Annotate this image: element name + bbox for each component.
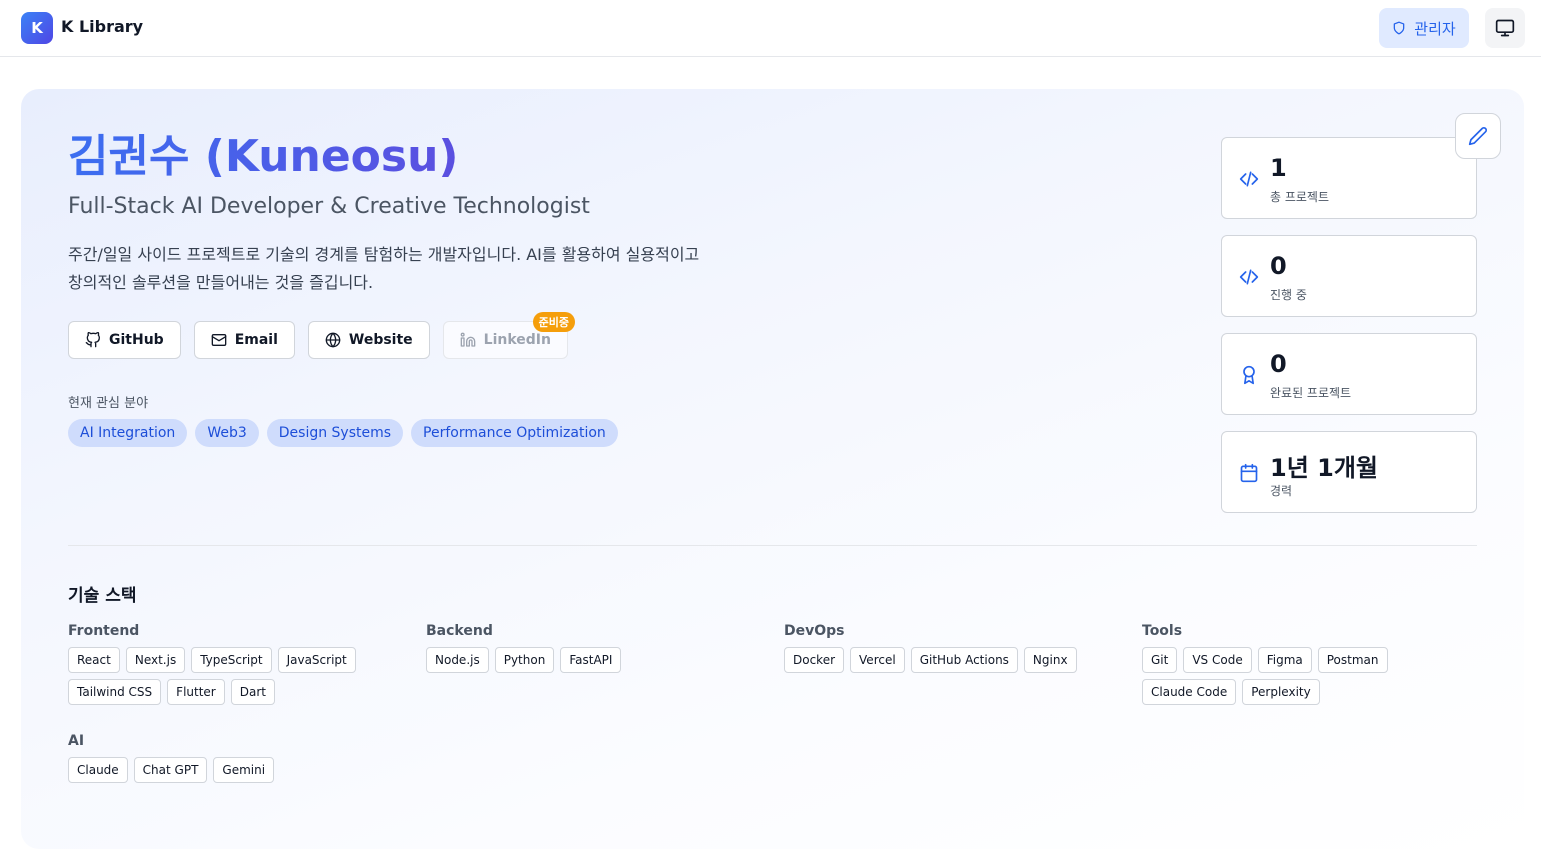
profile-subtitle: Full-Stack AI Developer & Creative Techn… bbox=[68, 194, 590, 219]
admin-button-label: 관리자 bbox=[1414, 19, 1456, 38]
tech-tag: GitHub Actions bbox=[910, 647, 1018, 673]
email-link-label: Email bbox=[234, 332, 278, 348]
coming-soon-badge: 준비중 bbox=[532, 312, 575, 332]
admin-button[interactable]: 관리자 bbox=[1379, 8, 1469, 48]
edit-profile-button[interactable] bbox=[1455, 113, 1501, 159]
tech-tag-list: Node.js Python FastAPI bbox=[426, 647, 756, 673]
tech-category-frontend: Frontend React Next.js TypeScript JavaSc… bbox=[68, 623, 398, 705]
tech-tag: Node.js bbox=[426, 647, 489, 673]
description-line: 창의적인 솔루션을 만들어내는 것을 즐깁니다. bbox=[68, 273, 374, 292]
tech-category-name: AI bbox=[68, 733, 85, 749]
tech-tag: Flutter bbox=[167, 679, 225, 705]
tech-category-ai: AI Claude Chat GPT Gemini bbox=[68, 733, 398, 783]
tech-tag: Vercel bbox=[850, 647, 905, 673]
stat-completed-projects: 0 완료된 프로젝트 bbox=[1221, 333, 1477, 415]
stat-total-projects: 1 총 프로젝트 bbox=[1221, 137, 1477, 219]
tech-category-name: Backend bbox=[426, 623, 493, 639]
tech-stack-title: 기술 스택 bbox=[68, 586, 137, 606]
profile-hero-card: 김권수 (Kuneosu) Full-Stack AI Developer & … bbox=[21, 89, 1524, 849]
tech-category-name: Frontend bbox=[68, 623, 140, 639]
tech-tag-list: Git VS Code Figma Postman Claude Code Pe… bbox=[1142, 647, 1472, 705]
tech-tag: Docker bbox=[784, 647, 845, 673]
award-icon bbox=[1238, 364, 1260, 386]
app-title[interactable]: K Library bbox=[61, 17, 143, 36]
tech-category-tools: Tools Git VS Code Figma Postman Claude C… bbox=[1142, 623, 1472, 705]
tech-category-name: Tools bbox=[1142, 623, 1183, 639]
stat-label: 경력 bbox=[1270, 484, 1293, 498]
calendar-icon bbox=[1238, 462, 1260, 484]
tech-category-name: DevOps bbox=[784, 623, 845, 639]
social-links: GitHub Email Website LinkedIn 준비중 bbox=[68, 312, 575, 359]
interests-label: 현재 관심 분야 bbox=[68, 396, 149, 411]
tech-category-backend: Backend Node.js Python FastAPI bbox=[426, 623, 756, 673]
tech-tag-list: Docker Vercel GitHub Actions Nginx bbox=[784, 647, 1114, 673]
stat-in-progress: 0 진행 중 bbox=[1221, 235, 1477, 317]
interests-list: AI Integration Web3 Design Systems Perfo… bbox=[68, 419, 618, 447]
stat-value: 0 bbox=[1270, 350, 1287, 378]
tech-tag: Python bbox=[494, 647, 555, 673]
tech-tag: Chat GPT bbox=[133, 757, 208, 783]
code-icon bbox=[1238, 266, 1260, 288]
stat-label: 진행 중 bbox=[1270, 288, 1307, 302]
tech-tag: Next.js bbox=[125, 647, 186, 673]
interest-pill: Design Systems bbox=[266, 419, 404, 447]
shield-icon bbox=[1393, 21, 1405, 35]
email-link-button[interactable]: Email bbox=[193, 321, 295, 359]
stat-experience: 1년 1개월 경력 bbox=[1221, 431, 1477, 513]
linkedin-link-button: LinkedIn 준비중 bbox=[442, 312, 575, 359]
profile-description: 주간/일일 사이드 프로젝트로 기술의 경계를 탐험하는 개발자입니다. AI를… bbox=[68, 241, 768, 297]
tech-tag: React bbox=[68, 647, 120, 673]
section-divider bbox=[68, 545, 1477, 546]
logo-badge[interactable]: K bbox=[21, 12, 53, 44]
linkedin-link-label: LinkedIn bbox=[483, 332, 551, 348]
tech-tag: Figma bbox=[1257, 647, 1312, 673]
stat-value: 1 bbox=[1270, 154, 1287, 182]
interest-pill: AI Integration bbox=[68, 419, 188, 447]
stat-value: 1년 1개월 bbox=[1270, 454, 1378, 482]
tech-tag: VS Code bbox=[1183, 647, 1252, 673]
interest-pill: Performance Optimization bbox=[411, 419, 618, 447]
tech-tag-list: React Next.js TypeScript JavaScript Tail… bbox=[68, 647, 398, 705]
tech-tag: Dart bbox=[230, 679, 275, 705]
linkedin-icon bbox=[460, 332, 476, 347]
tech-tag: FastAPI bbox=[560, 647, 622, 673]
tech-tag: Git bbox=[1142, 647, 1178, 673]
monitor-icon bbox=[1495, 19, 1515, 37]
tech-tag-list: Claude Chat GPT Gemini bbox=[68, 757, 398, 783]
tech-tag: Claude Code bbox=[1142, 679, 1237, 705]
profile-name: 김권수 (Kuneosu) bbox=[68, 131, 459, 182]
tech-tag: TypeScript bbox=[191, 647, 272, 673]
tech-tag: Gemini bbox=[213, 757, 275, 783]
interest-pill: Web3 bbox=[195, 419, 259, 447]
globe-icon bbox=[325, 332, 341, 348]
stat-label: 총 프로젝트 bbox=[1270, 190, 1330, 204]
github-link-button[interactable]: GitHub bbox=[68, 321, 181, 359]
tech-tag: Claude bbox=[68, 757, 128, 783]
description-line: 주간/일일 사이드 프로젝트로 기술의 경계를 탐험하는 개발자입니다. AI를… bbox=[68, 245, 700, 264]
top-navigation-bar: K K Library 관리자 bbox=[0, 0, 1541, 57]
website-link-button[interactable]: Website bbox=[307, 321, 430, 359]
github-link-label: GitHub bbox=[109, 332, 164, 348]
github-icon bbox=[85, 332, 100, 348]
tech-tag: Postman bbox=[1317, 647, 1388, 673]
tech-tag: Tailwind CSS bbox=[68, 679, 162, 705]
tech-tag: Nginx bbox=[1023, 647, 1077, 673]
theme-toggle-button[interactable] bbox=[1485, 8, 1525, 48]
tech-tag: JavaScript bbox=[277, 647, 356, 673]
website-link-label: Website bbox=[348, 332, 413, 348]
code-icon bbox=[1238, 168, 1260, 190]
pencil-icon bbox=[1468, 127, 1487, 146]
mail-icon bbox=[211, 334, 227, 346]
stat-label: 완료된 프로젝트 bbox=[1270, 386, 1352, 400]
tech-category-devops: DevOps Docker Vercel GitHub Actions Ngin… bbox=[784, 623, 1114, 673]
tech-tag: Perplexity bbox=[1242, 679, 1320, 705]
stat-value: 0 bbox=[1270, 252, 1287, 280]
